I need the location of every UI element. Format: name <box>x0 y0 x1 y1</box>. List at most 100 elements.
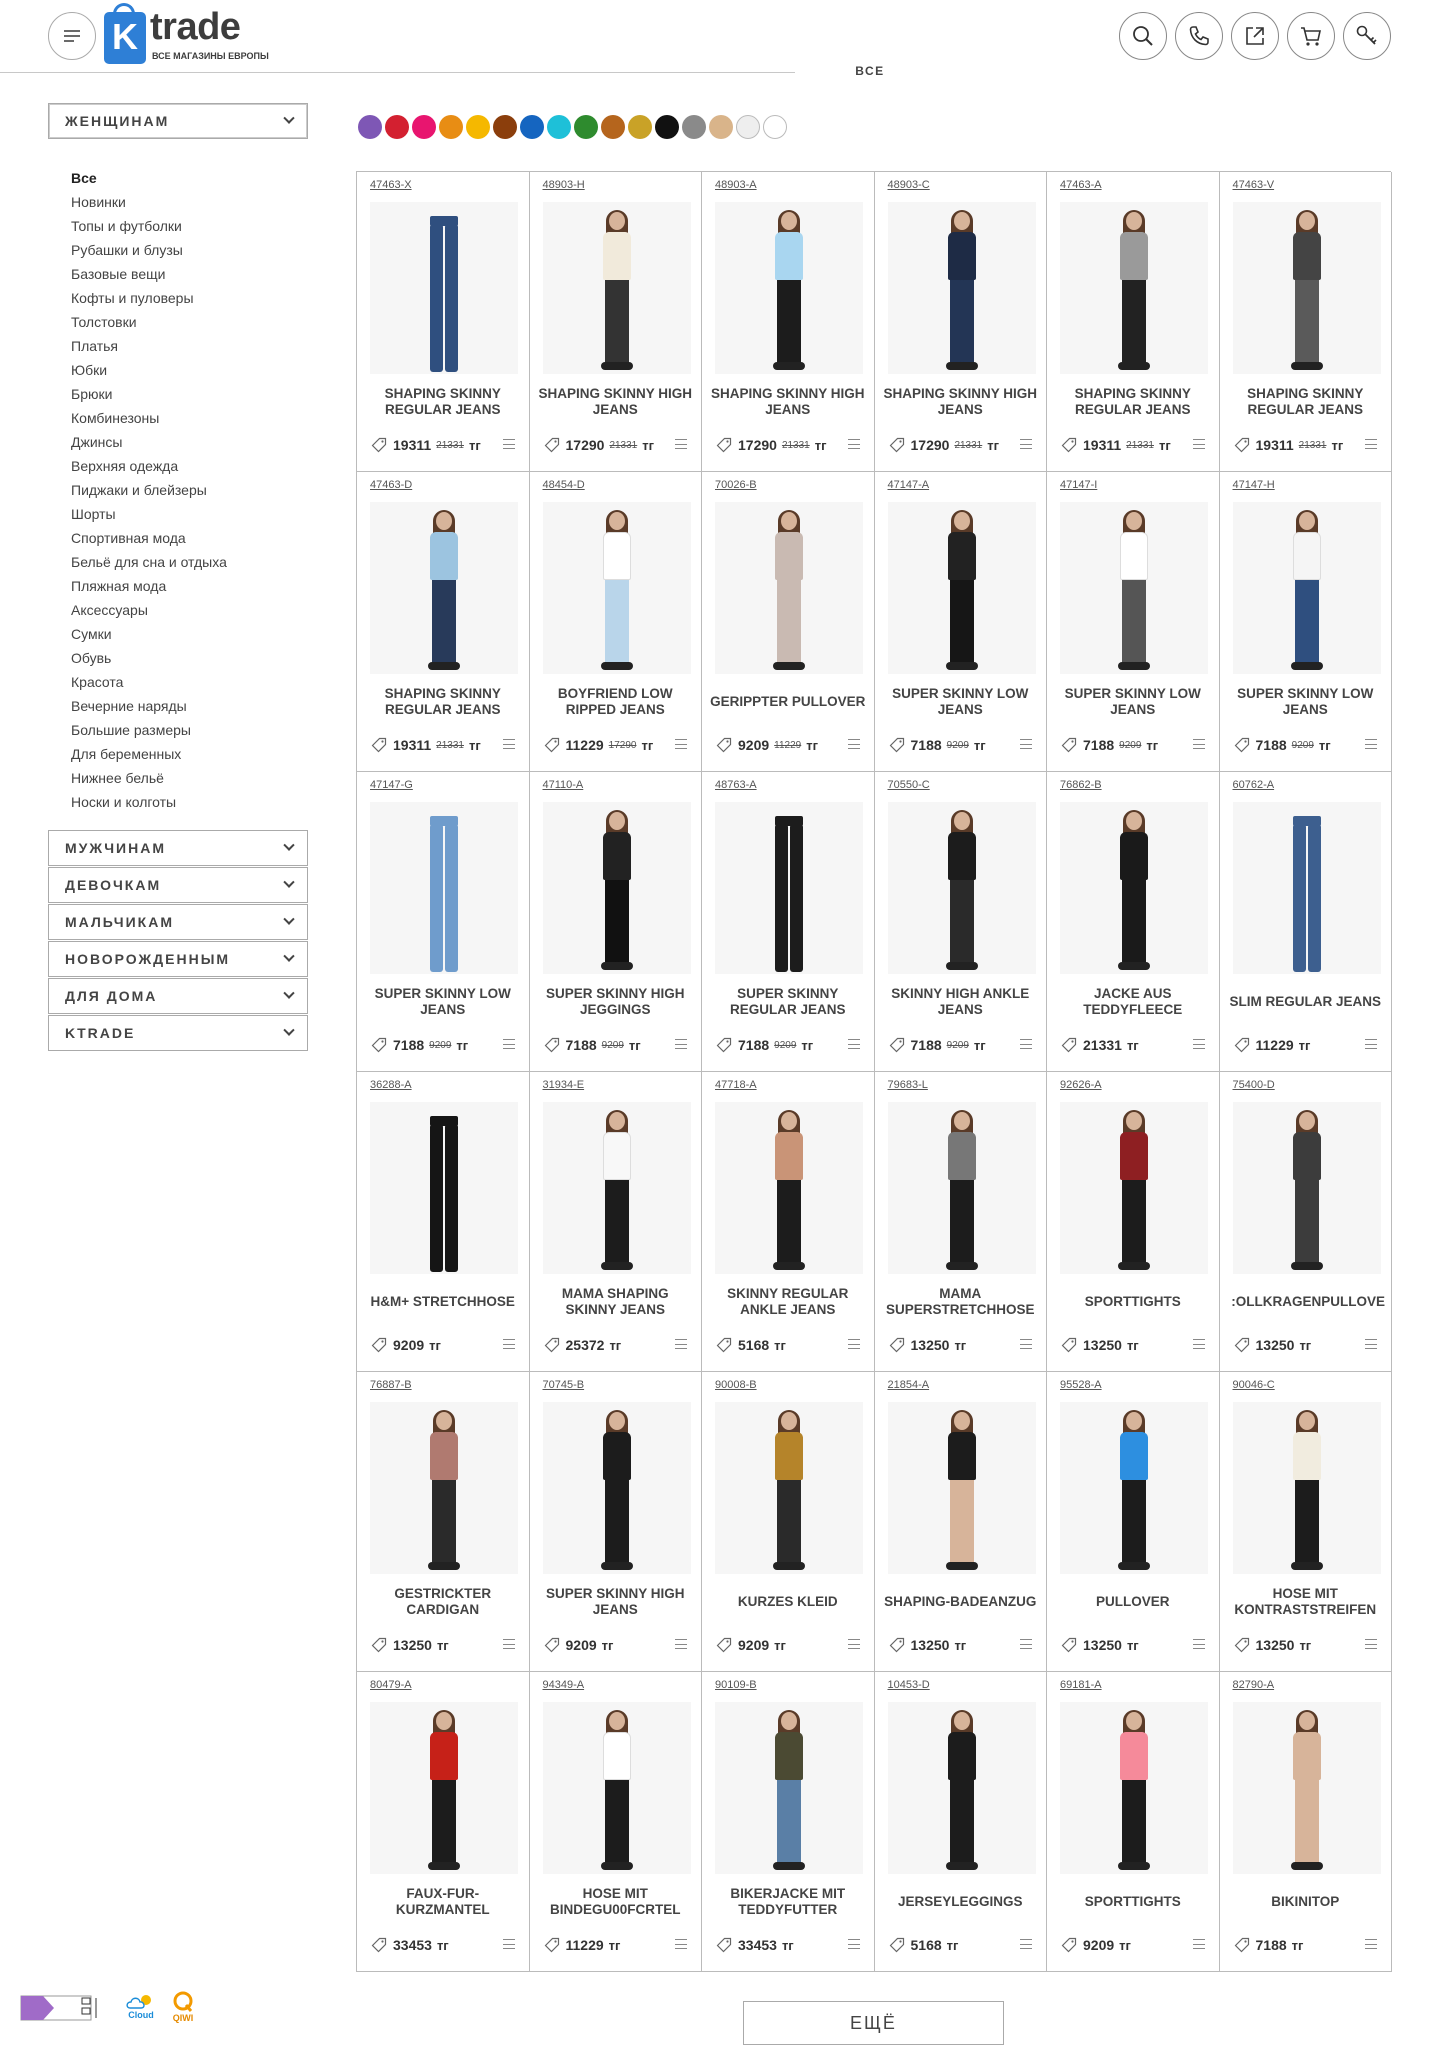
product-menu-icon[interactable] <box>1192 1039 1205 1049</box>
product-sku-link[interactable]: 47463-A <box>1060 179 1102 191</box>
color-swatch[interactable] <box>628 115 652 139</box>
product-card[interactable]: 94349-A HOSE MIT BINDEGU00FCRTEL 11229 тг <box>529 1672 702 1972</box>
product-image[interactable] <box>887 1702 1036 1874</box>
product-sku-link[interactable]: 90046-C <box>1233 1379 1275 1391</box>
color-swatch[interactable] <box>682 115 706 139</box>
product-image[interactable] <box>715 1702 863 1874</box>
product-sku-link[interactable]: 47463-D <box>370 479 412 491</box>
product-sku-link[interactable]: 76887-B <box>370 1379 412 1391</box>
product-menu-icon[interactable] <box>502 439 515 449</box>
product-image[interactable] <box>1232 1402 1381 1574</box>
category-item[interactable]: ДЕВОЧКАМ <box>48 867 308 903</box>
product-menu-icon[interactable] <box>1365 1939 1377 1949</box>
product-card[interactable]: 95528-A PULLOVER 13250 тг <box>1047 1372 1220 1672</box>
cart-button[interactable] <box>1287 12 1335 60</box>
product-image[interactable] <box>370 202 518 374</box>
color-swatch[interactable] <box>466 115 490 139</box>
product-sku-link[interactable]: 94349-A <box>543 1679 585 1691</box>
subcategory-item[interactable]: Носки и колготы <box>71 790 308 814</box>
hamburger-menu-button[interactable] <box>48 12 96 60</box>
product-image[interactable] <box>715 502 863 674</box>
product-card[interactable]: 82790-A BIKINITOP 7188 тг <box>1219 1672 1392 1972</box>
subcategory-item[interactable]: Все <box>71 166 308 190</box>
product-sku-link[interactable]: 70550-C <box>888 779 930 791</box>
product-menu-icon[interactable] <box>1020 739 1032 749</box>
product-image[interactable] <box>887 1102 1036 1274</box>
product-sku-link[interactable]: 69181-A <box>1060 1679 1102 1691</box>
product-image[interactable] <box>542 1102 691 1274</box>
color-swatch[interactable] <box>520 115 544 139</box>
subcategory-item[interactable]: Рубашки и блузы <box>71 238 308 262</box>
product-sku-link[interactable]: 47147-I <box>1060 479 1097 491</box>
product-menu-icon[interactable] <box>1020 1939 1032 1949</box>
product-menu-icon[interactable] <box>1365 1639 1377 1649</box>
product-menu-icon[interactable] <box>847 1039 860 1049</box>
product-image[interactable] <box>715 1102 863 1274</box>
product-menu-icon[interactable] <box>502 1339 515 1349</box>
product-card[interactable]: 75400-D:OLLKRAGENPULLOVE 13250 тг <box>1219 1072 1392 1372</box>
subcategory-item[interactable]: Красота <box>71 670 308 694</box>
product-card[interactable]: 48903-A SHAPING SKINNY HIGH JEANS 17290 213… <box>702 172 875 472</box>
subcategory-item[interactable]: Бельё для сна и отдыха <box>71 550 308 574</box>
product-card[interactable]: 36288-A H&M+ STRETCHHOSE 9209 тг <box>357 1072 530 1372</box>
product-menu-icon[interactable] <box>502 1639 515 1649</box>
product-card[interactable]: 47110-A SUPER SKINNY HIGH JEGGINGS 7188 920… <box>529 772 702 1072</box>
subcategory-item[interactable]: Пляжная мода <box>71 574 308 598</box>
product-image[interactable] <box>715 202 863 374</box>
color-swatch[interactable] <box>574 115 598 139</box>
product-sku-link[interactable]: 47147-G <box>370 779 413 791</box>
product-image[interactable] <box>370 1702 518 1874</box>
product-menu-icon[interactable] <box>675 439 687 449</box>
product-sku-link[interactable]: 47463-V <box>1233 179 1275 191</box>
subcategory-item[interactable]: Большие размеры <box>71 718 308 742</box>
product-image[interactable] <box>542 202 691 374</box>
product-sku-link[interactable]: 48763-A <box>715 779 757 791</box>
product-image[interactable] <box>1232 502 1381 674</box>
call-button[interactable] <box>1175 12 1223 60</box>
color-swatch[interactable] <box>358 115 382 139</box>
product-image[interactable] <box>887 1402 1036 1574</box>
product-sku-link[interactable]: 95528-A <box>1060 1379 1102 1391</box>
product-image[interactable] <box>1060 202 1208 374</box>
product-menu-icon[interactable] <box>847 439 860 449</box>
product-sku-link[interactable]: 70745-B <box>543 1379 585 1391</box>
product-menu-icon[interactable] <box>1365 1039 1377 1049</box>
product-sku-link[interactable]: 47463-X <box>370 179 412 191</box>
product-menu-icon[interactable] <box>1365 439 1377 449</box>
product-menu-icon[interactable] <box>502 1939 515 1949</box>
ktrade-logo[interactable]: K trade ВСЕ МАГАЗИНЫ ЕВРОПЫ <box>104 3 276 66</box>
product-card[interactable]: 70550-C SKINNY HIGH ANKLE JEANS 7188 9209 тг <box>874 772 1047 1072</box>
color-swatch[interactable] <box>763 115 787 139</box>
product-image[interactable] <box>1232 1702 1381 1874</box>
product-menu-icon[interactable] <box>847 1339 860 1349</box>
product-sku-link[interactable]: 48454-D <box>543 479 585 491</box>
product-image[interactable] <box>887 802 1036 974</box>
product-card[interactable]: 48454-D BOYFRIEND LOW RIPPED JEANS 11229 17… <box>529 472 702 772</box>
subcategory-item[interactable]: Обувь <box>71 646 308 670</box>
product-card[interactable]: 70026-B GERIPPTER PULLOVER 9209 11229 тг <box>702 472 875 772</box>
product-image[interactable] <box>1060 1102 1208 1274</box>
product-card[interactable]: 47463-D SHAPING SKINNY REGULAR JEANS 19311… <box>357 472 530 772</box>
product-sku-link[interactable]: 92626-A <box>1060 1079 1102 1091</box>
product-sku-link[interactable]: 80479-A <box>370 1679 412 1691</box>
product-card[interactable]: 48903-C SHAPING SKINNY HIGH JEANS 17290 213… <box>874 172 1047 472</box>
subcategory-item[interactable]: Вечерние наряды <box>71 694 308 718</box>
product-image[interactable] <box>715 1402 863 1574</box>
product-card[interactable]: 76862-B JACKE AUS TEDDYFLEECE 21331 тг <box>1047 772 1220 1072</box>
subcategory-item[interactable]: Нижнее бельё <box>71 766 308 790</box>
color-swatch[interactable] <box>439 115 463 139</box>
product-card[interactable]: 21854-A SHAPING-BADEANZUG 13250 тг <box>874 1372 1047 1672</box>
product-card[interactable]: 92626-A SPORTTIGHTS 13250 тг <box>1047 1072 1220 1372</box>
share-button[interactable] <box>1231 12 1279 60</box>
product-image[interactable] <box>1060 1702 1208 1874</box>
product-card[interactable]: 80479-A FAUX-FUR-KURZMANTEL 33453 тг <box>357 1672 530 1972</box>
product-sku-link[interactable]: 48903-C <box>888 179 930 191</box>
subcategory-item[interactable]: Брюки <box>71 382 308 406</box>
product-sku-link[interactable]: 75400-D <box>1233 1079 1275 1091</box>
category-item[interactable]: KTRADE <box>48 1015 308 1051</box>
color-swatch[interactable] <box>601 115 625 139</box>
subcategory-item[interactable]: Шорты <box>71 502 308 526</box>
category-item[interactable]: НОВОРОЖДЕННЫМ <box>48 941 308 977</box>
category-women[interactable]: ЖЕНЩИНАМ <box>48 103 308 139</box>
product-menu-icon[interactable] <box>1192 1939 1205 1949</box>
